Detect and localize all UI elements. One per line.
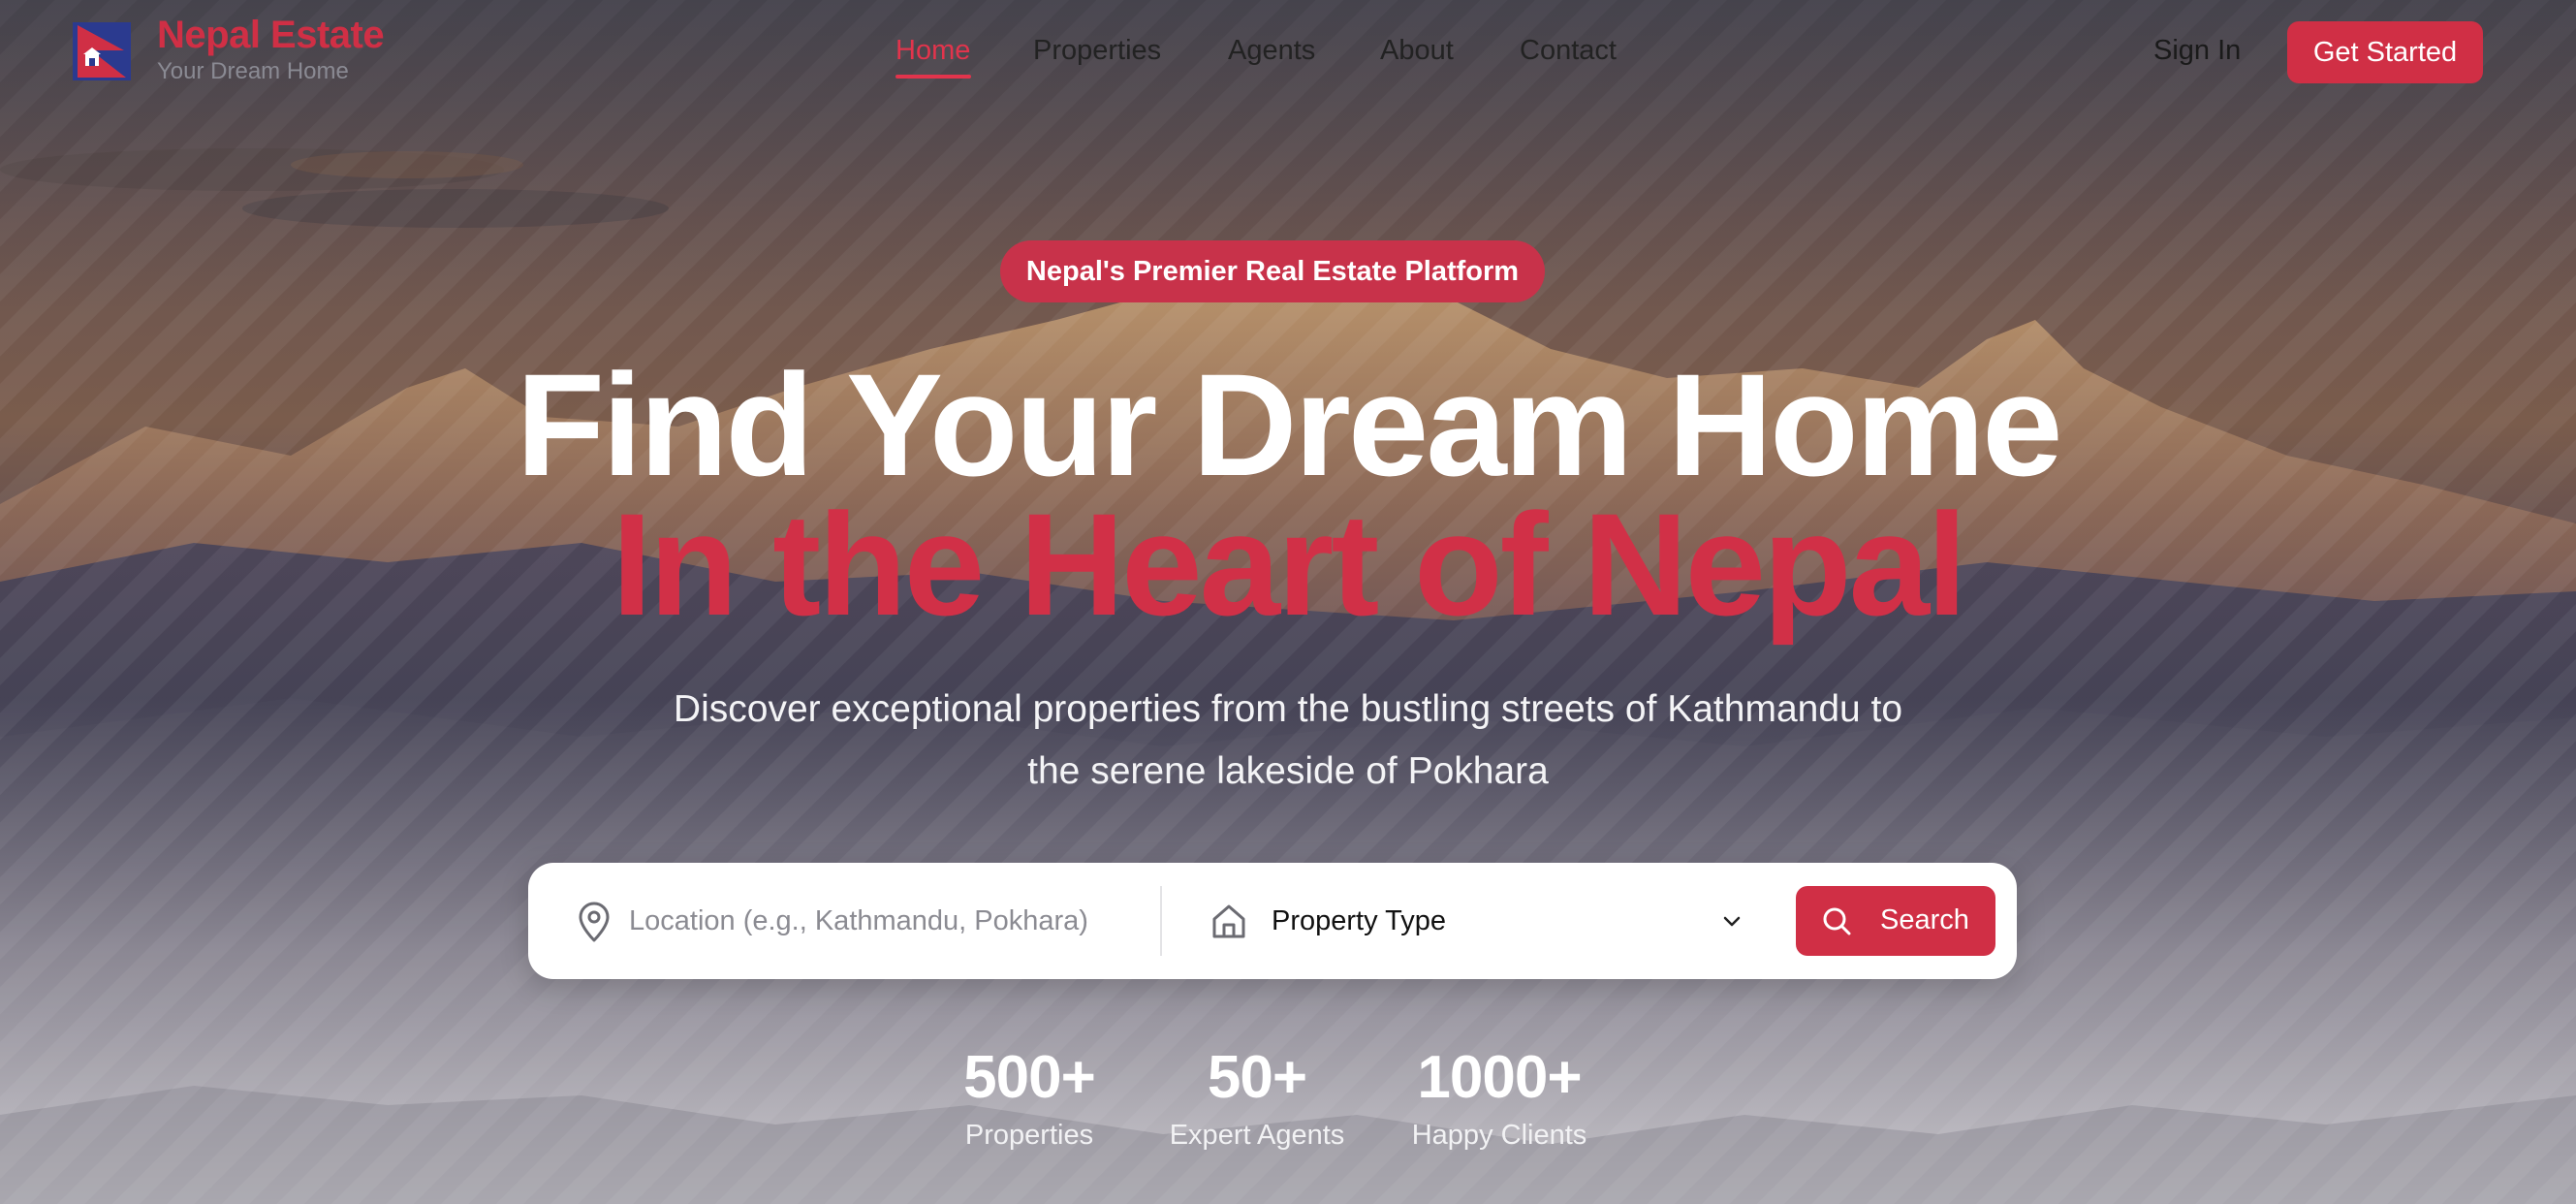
stat-happy-clients: 1000+ Happy Clients: [1402, 1043, 1596, 1154]
sign-in-link[interactable]: Sign In: [2153, 35, 2241, 67]
hero-subtitle-line2: the serene lakeside of Pokhara: [1027, 750, 1549, 792]
hero-badge: Nepal's Premier Real Estate Platform: [1000, 240, 1545, 302]
stat-properties: 500+ Properties: [952, 1043, 1107, 1154]
hero-subtitle: Discover exceptional properties from the…: [610, 679, 1966, 803]
property-type-select[interactable]: Property Type: [1272, 892, 1775, 950]
top-navigation: Nepal Estate Your Dream Home Home Proper…: [0, 0, 2576, 105]
chevron-down-icon[interactable]: [1720, 909, 1744, 933]
property-type-label: Property Type: [1272, 904, 1447, 936]
hero-subtitle-line1: Discover exceptional properties from the…: [673, 688, 1903, 730]
stat-expert-agents: 50+ Expert Agents: [1165, 1043, 1349, 1154]
search-button-label: Search: [1880, 904, 1969, 935]
nav-link-properties[interactable]: Properties: [1033, 35, 1161, 67]
brand-name[interactable]: Nepal Estate: [157, 14, 385, 57]
stat-value: 1000+: [1417, 1044, 1582, 1111]
map-pin-icon: [577, 902, 612, 942]
property-search-bar: Property Type Search: [528, 863, 2017, 979]
hero-headline-line1: Find Your Dream Home: [516, 343, 2062, 506]
nepal-flag-logo-icon[interactable]: [70, 19, 134, 83]
hero-headline-line2: In the Heart of Nepal: [612, 483, 1967, 646]
stat-value: 50+: [1207, 1044, 1307, 1111]
nav-link-contact[interactable]: Contact: [1520, 35, 1617, 67]
search-icon: [1821, 905, 1852, 936]
stat-label: Properties: [964, 1120, 1094, 1151]
active-nav-indicator: [895, 75, 971, 79]
search-button[interactable]: Search: [1796, 886, 1995, 956]
stat-label: Expert Agents: [1169, 1120, 1345, 1151]
home-icon: [1209, 902, 1248, 940]
location-search-input[interactable]: [629, 892, 1152, 950]
nav-link-home[interactable]: Home: [895, 35, 970, 67]
nav-link-about[interactable]: About: [1380, 35, 1454, 67]
stat-value: 500+: [963, 1044, 1096, 1111]
get-started-button[interactable]: Get Started: [2287, 21, 2483, 83]
brand-tagline: Your Dream Home: [157, 58, 349, 84]
stat-label: Happy Clients: [1411, 1120, 1587, 1151]
search-divider: [1160, 886, 1162, 956]
nav-link-agents[interactable]: Agents: [1228, 35, 1315, 67]
